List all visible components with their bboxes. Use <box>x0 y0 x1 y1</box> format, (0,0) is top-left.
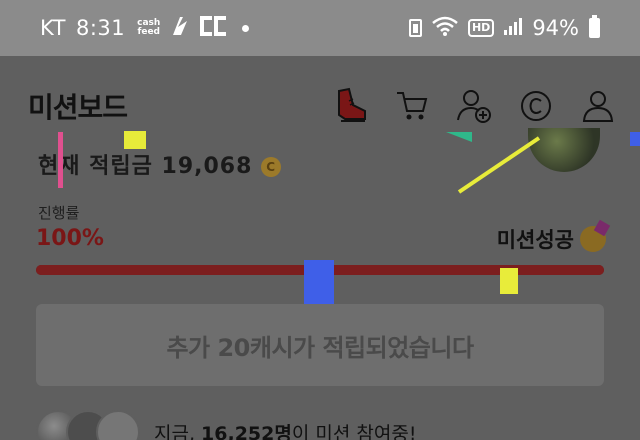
progress-label: 진행률 <box>38 204 80 222</box>
shoe-icon[interactable] <box>330 86 370 126</box>
participants-text: 지금, 16,252명이 미션 참여중! <box>154 419 416 440</box>
page-title: 미션보드 <box>28 91 128 124</box>
marker-yellow-line <box>457 136 541 194</box>
add-friend-icon[interactable] <box>454 86 494 126</box>
points-text: 현재 적립금 19,068 <box>38 154 253 179</box>
participants-count: 16,252명 <box>201 422 292 440</box>
cart-icon[interactable] <box>392 86 432 126</box>
participants-prefix: 지금, <box>154 422 202 440</box>
mission-board-screen: 미션보드 현재 적립금 19,068 C 진행률 100% 미션성공 추가 20… <box>0 56 640 440</box>
reward-button[interactable]: 추가 20캐시가 적립되었습니다 <box>36 304 604 386</box>
clock: 8:31 <box>75 16 126 40</box>
notification-dot <box>242 24 250 32</box>
progress-value: 100% <box>36 226 104 251</box>
marker-yellow-small <box>500 268 518 294</box>
marker-blue <box>304 260 334 304</box>
status-left: KT 8:31 cash feed <box>40 15 250 42</box>
participants-row: 지금, 16,252명이 미션 참여중! <box>36 410 416 440</box>
wifi-icon <box>432 16 458 41</box>
mission-success-label: 미션성공 <box>496 228 574 252</box>
carrier-label: KT <box>40 16 66 40</box>
coin-icon: C <box>261 157 282 177</box>
header-icons <box>330 86 618 126</box>
marker-pink <box>58 132 63 188</box>
cashslide-icon <box>170 15 190 42</box>
cc-icon <box>200 15 227 42</box>
status-right: HD 94% <box>408 15 600 41</box>
battery-saver-icon <box>408 19 422 37</box>
current-points: 현재 적립금 19,068 C <box>38 148 282 180</box>
status-bar: KT 8:31 cash feed HD 94% <box>0 0 640 56</box>
cashfeed-icon: cash feed <box>137 19 160 37</box>
participants-suffix: 이 미션 참여중! <box>291 422 417 440</box>
battery-icon <box>589 15 600 38</box>
signal-icon <box>504 16 523 40</box>
cashfeed-bottom: feed <box>137 27 161 37</box>
marker-yellow <box>124 131 146 149</box>
mission-success: 미션성공 <box>497 224 606 254</box>
battery-level: 94% <box>532 16 579 40</box>
hd-voice-icon: HD <box>467 19 495 37</box>
party-face-icon <box>580 226 606 252</box>
marker-blue-edge <box>630 132 640 146</box>
avatar <box>96 410 140 440</box>
cash-coin-icon[interactable] <box>516 86 556 126</box>
profile-icon[interactable] <box>578 86 618 126</box>
participant-avatars <box>36 410 140 440</box>
